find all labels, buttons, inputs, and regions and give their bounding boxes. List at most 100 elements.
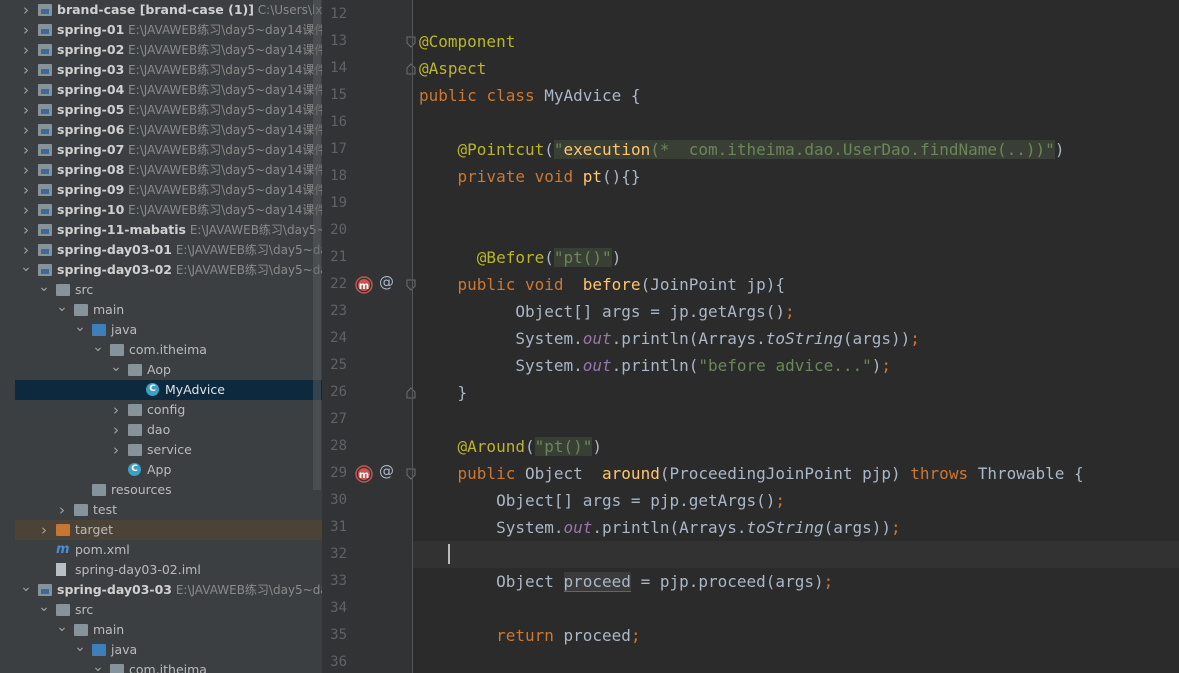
line-number: 22 — [330, 276, 347, 292]
chevron-down-icon[interactable]: ⌄ — [56, 300, 68, 320]
tree-row-spring-04[interactable]: › spring-04 E:\JAVAWEB练习\day5~day14课件\ — [15, 80, 322, 100]
chevron-right-icon[interactable]: › — [56, 500, 68, 520]
text-caret — [448, 544, 450, 564]
fold-open-icon[interactable] — [406, 468, 416, 480]
annotation-marker-icon[interactable]: @ — [379, 273, 394, 291]
tree-row-spring-11-mabatis[interactable]: › spring-11-mabatis E:\JAVAWEB练习\day5~d — [15, 220, 322, 240]
chevron-right-icon[interactable]: › — [20, 200, 32, 220]
chevron-down-icon[interactable]: ⌄ — [38, 280, 50, 300]
code-line[interactable]: Object[] args = pjp.getArgs(); — [419, 487, 785, 514]
code-line[interactable]: return proceed; — [419, 622, 641, 649]
module-path: E:\JAVAWEB练习\day5~day14课件\ — [124, 43, 322, 57]
tree-row-aop[interactable]: ⌄ Aop — [15, 360, 322, 380]
code-line[interactable]: private void pt(){} — [419, 163, 641, 190]
tree-row-src[interactable]: ⌄ src — [15, 600, 322, 620]
fold-close-icon[interactable] — [406, 387, 416, 399]
tree-row-com-itheima[interactable]: ⌄ com.itheima — [15, 340, 322, 360]
tree-row-service[interactable]: › service — [15, 440, 322, 460]
svg-text:m: m — [359, 470, 369, 481]
chevron-right-icon[interactable]: › — [20, 20, 32, 40]
chevron-right-icon[interactable]: › — [20, 40, 32, 60]
code-line[interactable]: @Aspect — [419, 55, 486, 82]
chevron-right-icon[interactable]: › — [110, 440, 122, 460]
code-line[interactable]: Object proceed = pjp.proceed(args); — [419, 568, 833, 595]
code-line[interactable]: public Object around(ProceedingJoinPoint… — [419, 460, 1084, 487]
chevron-down-icon[interactable]: ⌄ — [110, 360, 122, 380]
tree-row-src[interactable]: ⌄ src — [15, 280, 322, 300]
code-editor[interactable]: 12 13 14 15 16 17 18 19 20 21 22 m @23 24 25 26 27 28 29 m @… — [322, 0, 1179, 673]
tree-row-java[interactable]: ⌄ java — [15, 640, 322, 660]
code-line[interactable]: public void before(JoinPoint jp){ — [419, 271, 786, 298]
chevron-right-icon[interactable]: › — [20, 120, 32, 140]
chevron-down-icon[interactable]: ⌄ — [92, 340, 104, 360]
tree-row-spring-02[interactable]: › spring-02 E:\JAVAWEB练习\day5~day14课件\ — [15, 40, 322, 60]
chevron-right-icon[interactable]: › — [110, 420, 122, 440]
tree-row-test[interactable]: › test — [15, 500, 322, 520]
tree-row-spring-08[interactable]: › spring-08 E:\JAVAWEB练习\day5~day14课件\ — [15, 160, 322, 180]
chevron-right-icon[interactable]: › — [20, 220, 32, 240]
code-line[interactable]: Object[] args = jp.getArgs(); — [419, 298, 794, 325]
chevron-right-icon[interactable]: › — [20, 240, 32, 260]
chevron-down-icon[interactable]: ⌄ — [74, 320, 86, 340]
tree-row-label: com.itheima — [129, 662, 207, 673]
tree-row-app[interactable]: C App — [15, 460, 322, 480]
tree-row-spring-03[interactable]: › spring-03 E:\JAVAWEB练习\day5~day14课件\ — [15, 60, 322, 80]
code-line[interactable]: System.out.println("before advice..."); — [419, 352, 891, 379]
tree-row-java[interactable]: ⌄ java — [15, 320, 322, 340]
code-line[interactable]: @Before("pt()") — [419, 244, 621, 271]
chevron-right-icon[interactable]: › — [38, 520, 50, 540]
tree-row-com-itheima[interactable]: ⌄ com.itheima — [15, 660, 322, 673]
tree-row-main[interactable]: ⌄ main — [15, 620, 322, 640]
code-line[interactable]: System.out.println(Arrays.toString(args)… — [419, 325, 920, 352]
code-line[interactable]: @Component — [419, 28, 515, 55]
tree-row-dao[interactable]: › dao — [15, 420, 322, 440]
code-line[interactable]: @Pointcut("execution(* com.itheima.dao.U… — [419, 136, 1064, 163]
advice-marker-icon[interactable]: m — [354, 464, 374, 488]
tree-row-main[interactable]: ⌄ main — [15, 300, 322, 320]
tree-row-spring-day03-01[interactable]: › spring-day03-01 E:\JAVAWEB练习\day5~day — [15, 240, 322, 260]
fold-open-icon[interactable] — [406, 36, 416, 48]
tree-row-spring-06[interactable]: › spring-06 E:\JAVAWEB练习\day5~day14课件\ — [15, 120, 322, 140]
maven-icon: m — [56, 542, 70, 557]
tree-row-spring-09[interactable]: › spring-09 E:\JAVAWEB练习\day5~day14课件\ — [15, 180, 322, 200]
code-line[interactable]: } — [419, 379, 468, 406]
line-number: 25 — [330, 357, 347, 373]
chevron-right-icon[interactable]: › — [20, 160, 32, 180]
advice-marker-icon[interactable]: m — [354, 275, 374, 299]
chevron-right-icon[interactable]: › — [20, 140, 32, 160]
tree-row-config[interactable]: › config — [15, 400, 322, 420]
code-line[interactable]: public class MyAdvice { — [419, 82, 641, 109]
code-line[interactable]: System.out.println(Arrays.toString(args)… — [419, 514, 901, 541]
tree-row-spring-10[interactable]: › spring-10 E:\JAVAWEB练习\day5~day14课件\ — [15, 200, 322, 220]
tree-row-label: src — [75, 602, 94, 617]
fold-close-icon[interactable] — [406, 63, 416, 75]
fold-open-icon[interactable] — [406, 279, 416, 291]
chevron-down-icon[interactable]: ⌄ — [20, 260, 32, 280]
chevron-right-icon[interactable]: › — [20, 0, 32, 20]
project-tree-scrollbar[interactable] — [313, 0, 321, 490]
tree-row-spring-day03-02[interactable]: ⌄ spring-day03-02 E:\JAVAWEB练习\day5~day — [15, 260, 322, 280]
tree-row-resources[interactable]: resources — [15, 480, 322, 500]
tree-row-spring-day03-02-iml[interactable]: spring-day03-02.iml — [15, 560, 322, 580]
chevron-right-icon[interactable]: › — [20, 100, 32, 120]
chevron-down-icon[interactable]: ⌄ — [56, 620, 68, 640]
tree-row-spring-05[interactable]: › spring-05 E:\JAVAWEB练习\day5~day14课件\ — [15, 100, 322, 120]
chevron-down-icon[interactable]: ⌄ — [74, 640, 86, 660]
line-number: 20 — [330, 222, 347, 238]
chevron-right-icon[interactable]: › — [20, 180, 32, 200]
tree-row-pom-xml[interactable]: m pom.xml — [15, 540, 322, 560]
chevron-right-icon[interactable]: › — [20, 80, 32, 100]
tree-row-brand-case[interactable]: › brand-case [brand-case (1)] C:\Users\lx… — [15, 0, 322, 20]
code-line[interactable]: @Around("pt()") — [419, 433, 602, 460]
chevron-right-icon[interactable]: › — [20, 60, 32, 80]
chevron-down-icon[interactable]: ⌄ — [38, 600, 50, 620]
tree-row-spring-01[interactable]: › spring-01 E:\JAVAWEB练习\day5~day14课件\ — [15, 20, 322, 40]
annotation-marker-icon[interactable]: @ — [379, 462, 394, 480]
chevron-right-icon[interactable]: › — [110, 400, 122, 420]
chevron-down-icon[interactable]: ⌄ — [20, 580, 32, 600]
chevron-down-icon[interactable]: ⌄ — [92, 660, 104, 673]
tree-row-target[interactable]: › target — [15, 520, 322, 540]
tree-row-spring-day03-03[interactable]: ⌄ spring-day03-03 E:\JAVAWEB练习\day5~day — [15, 580, 322, 600]
tree-row-myadvice[interactable]: C MyAdvice — [15, 380, 322, 400]
tree-row-spring-07[interactable]: › spring-07 E:\JAVAWEB练习\day5~day14课件\ — [15, 140, 322, 160]
